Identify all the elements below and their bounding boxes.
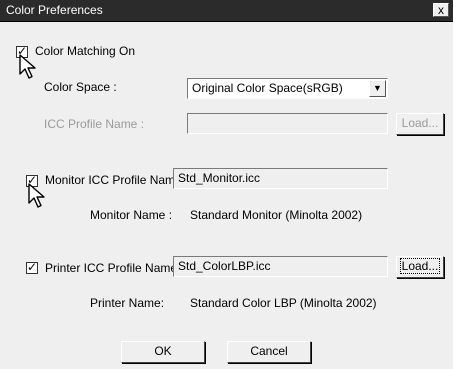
printer-profile-field[interactable]: Std_ColorLBP.icc [173,256,388,277]
check-mark-icon: ✓ [27,260,38,274]
color-space-value: Original Color Space(sRGB) [192,81,343,95]
mouse-pointer-icon [19,54,36,79]
icc-profile-label: ICC Profile Name : [44,117,145,131]
icc-profile-field[interactable] [187,113,388,134]
mouse-pointer-icon [28,183,45,208]
printer-profile-label: Printer ICC Profile Name : [45,261,184,275]
chevron-down-icon[interactable]: ▼ [369,80,386,97]
printer-load-label: Load... [399,258,441,274]
window-title: Color Preferences [6,3,103,17]
monitor-profile-label: Monitor ICC Profile Name : [45,173,189,187]
close-button[interactable]: x [433,3,449,17]
ok-button[interactable]: OK [121,341,205,363]
printer-name-label: Printer Name: [90,296,165,310]
cancel-button[interactable]: Cancel [227,341,311,363]
printer-load-button[interactable]: Load... [396,256,444,278]
icc-load-button[interactable]: Load... [396,113,444,135]
monitor-profile-field[interactable]: Std_Monitor.icc [173,168,388,189]
color-matching-label: Color Matching On [35,44,136,58]
title-bar: Color Preferences x [0,0,453,22]
printer-profile-checkbox[interactable]: ✓ [26,260,38,274]
color-space-label: Color Space : [44,80,117,94]
monitor-name-label: Monitor Name : [90,208,173,222]
monitor-name-value: Standard Monitor (Minolta 2002) [190,208,363,222]
color-space-select[interactable]: Original Color Space(sRGB) ▼ [187,78,388,99]
printer-name-value: Standard Color LBP (Minolta 2002) [190,296,377,310]
